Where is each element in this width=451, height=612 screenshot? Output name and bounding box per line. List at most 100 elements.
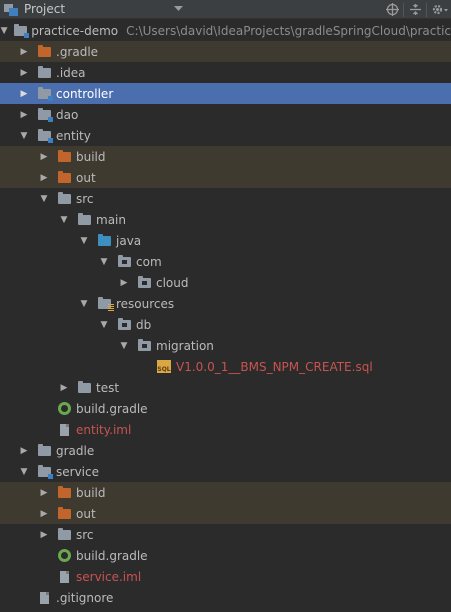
tree-item-label: controller <box>56 86 114 101</box>
module-path: C:\Users\david\IdeaProjects\gradleSpring… <box>126 23 451 38</box>
tree-item-label: db <box>136 317 152 332</box>
tree-item-gradle-dir[interactable]: ▶ .gradle <box>0 41 451 62</box>
excluded-folder-icon <box>56 170 72 185</box>
scroll-from-source-icon[interactable] <box>383 1 401 19</box>
tree-item-label: .gradle <box>56 44 99 59</box>
tree-item-label: build <box>76 485 106 500</box>
tree-item-label: build.gradle <box>76 401 148 416</box>
expanded-arrow-icon[interactable]: ▼ <box>0 25 8 37</box>
excluded-folder-icon <box>36 44 52 59</box>
iml-file-icon <box>56 570 72 584</box>
tree-item-gradle[interactable]: ▶ gradle <box>0 440 451 461</box>
tree-item-entity-iml[interactable]: entity.iml <box>0 419 451 440</box>
collapsed-arrow-icon[interactable]: ▶ <box>18 109 30 121</box>
tree-item-service[interactable]: ▼ service <box>0 461 451 482</box>
module-folder-icon <box>36 107 53 122</box>
project-panel-header: Project <box>0 0 451 19</box>
tree-item-service-out[interactable]: ▶ out <box>0 503 451 524</box>
collapsed-arrow-icon[interactable]: ▶ <box>38 529 50 541</box>
collapsed-arrow-icon[interactable]: ▶ <box>18 88 30 100</box>
expanded-arrow-icon[interactable]: ▼ <box>118 340 130 352</box>
expanded-arrow-icon[interactable]: ▼ <box>58 214 70 226</box>
tree-item-gitignore[interactable]: .gitignore <box>0 587 451 608</box>
expanded-arrow-icon[interactable]: ▼ <box>18 466 30 478</box>
tree-item-label: out <box>76 170 96 185</box>
excluded-folder-icon <box>56 149 72 164</box>
tree-item-entity-src[interactable]: ▼ src <box>0 188 451 209</box>
folder-icon <box>56 527 72 542</box>
module-folder-icon <box>36 86 53 101</box>
tree-item-label: build.gradle <box>76 548 148 563</box>
collapsed-arrow-icon[interactable]: ▶ <box>18 46 30 58</box>
tree-item-label: main <box>96 212 126 227</box>
tree-item-label: service.iml <box>76 569 142 584</box>
collapsed-arrow-icon[interactable]: ▶ <box>38 487 50 499</box>
package-icon <box>116 317 132 332</box>
module-folder-icon <box>14 23 30 38</box>
tree-item-service-src[interactable]: ▶ src <box>0 524 451 545</box>
tree-item-sql-file[interactable]: SQL V1.0.0_1__BMS_NPM_CREATE.sql <box>0 356 451 377</box>
tree-item-idea[interactable]: ▶ .idea <box>0 62 451 83</box>
tree-item-label: dao <box>56 107 79 122</box>
expanded-arrow-icon[interactable]: ▼ <box>18 130 30 142</box>
tree-item-entity-out[interactable]: ▶ out <box>0 167 451 188</box>
expanded-arrow-icon[interactable]: ▼ <box>98 256 110 268</box>
folder-icon <box>36 443 52 458</box>
tree-item-practice-demo[interactable]: ▼ practice-demo C:\Users\david\IdeaProje… <box>0 20 451 41</box>
tree-item-label: .idea <box>56 65 86 80</box>
project-icon <box>4 3 18 16</box>
tree-item-resources[interactable]: ▼ resources <box>0 293 451 314</box>
collapsed-arrow-icon[interactable]: ▶ <box>118 277 130 289</box>
tree-item-controller[interactable]: ▶ controller <box>0 83 451 104</box>
folder-icon <box>76 212 92 227</box>
tree-item-main[interactable]: ▼ main <box>0 209 451 230</box>
tree-item-cloud[interactable]: ▶ cloud <box>0 272 451 293</box>
gear-icon[interactable] <box>429 1 451 19</box>
tree-item-label: out <box>76 506 96 521</box>
tree-item-db[interactable]: ▼ db <box>0 314 451 335</box>
sql-file-icon: SQL <box>156 360 172 374</box>
package-icon <box>136 338 152 353</box>
tree-item-dao[interactable]: ▶ dao <box>0 104 451 125</box>
gradle-icon <box>56 402 72 416</box>
tree-item-label: resources <box>116 296 175 311</box>
collapsed-arrow-icon[interactable]: ▶ <box>58 382 70 394</box>
tree-item-entity-build-gradle[interactable]: build.gradle <box>0 398 451 419</box>
folder-icon <box>76 380 92 395</box>
tree-item-service-build[interactable]: ▶ build <box>0 482 451 503</box>
tree-item-label: src <box>76 527 94 542</box>
view-dropdown-icon[interactable] <box>169 0 187 18</box>
collapsed-arrow-icon[interactable]: ▶ <box>18 67 30 79</box>
tree-item-service-build-gradle[interactable]: build.gradle <box>0 545 451 566</box>
resources-folder-icon <box>96 296 114 311</box>
tree-item-migration[interactable]: ▼ migration <box>0 335 451 356</box>
tree-item-label: .gitignore <box>56 590 114 605</box>
tree-item-java[interactable]: ▼ java <box>0 230 451 251</box>
package-icon <box>116 254 132 269</box>
tree-item-label: entity.iml <box>76 422 132 437</box>
module-folder-icon <box>36 464 53 479</box>
collapsed-arrow-icon[interactable]: ▶ <box>38 172 50 184</box>
tree-item-label: V1.0.0_1__BMS_NPM_CREATE.sql <box>176 359 373 374</box>
collapse-all-icon[interactable] <box>406 1 424 19</box>
tree-item-label: build <box>76 149 106 164</box>
expanded-arrow-icon[interactable]: ▼ <box>38 193 50 205</box>
tree-item-entity-build[interactable]: ▶ build <box>0 146 451 167</box>
expanded-arrow-icon[interactable]: ▼ <box>98 319 110 331</box>
expanded-arrow-icon[interactable]: ▼ <box>78 298 90 310</box>
tree-item-test[interactable]: ▶ test <box>0 377 451 398</box>
panel-title[interactable]: Project <box>24 2 65 16</box>
tree-item-entity[interactable]: ▼ entity <box>0 125 451 146</box>
folder-icon <box>56 191 72 206</box>
expanded-arrow-icon[interactable]: ▼ <box>78 235 90 247</box>
tree-item-com[interactable]: ▼ com <box>0 251 451 272</box>
folder-icon <box>36 65 52 80</box>
tree-item-label: service <box>56 464 99 479</box>
collapsed-arrow-icon[interactable]: ▶ <box>18 445 30 457</box>
toolbar-divider <box>426 2 427 17</box>
collapsed-arrow-icon[interactable]: ▶ <box>38 151 50 163</box>
tree-item-label: entity <box>56 128 91 143</box>
collapsed-arrow-icon[interactable]: ▶ <box>38 508 50 520</box>
tree-item-service-iml[interactable]: service.iml <box>0 566 451 587</box>
tree-item-label: src <box>76 191 94 206</box>
